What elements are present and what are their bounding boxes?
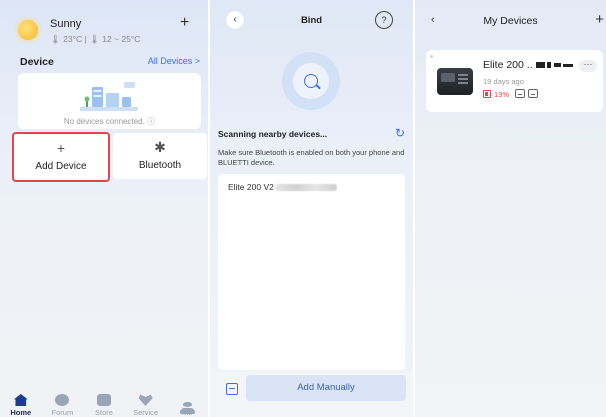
add-device-button[interactable]: + Add Device [12, 132, 110, 182]
search-icon [304, 74, 318, 88]
bluetooth-label: Bluetooth [138, 160, 182, 171]
empty-state-text: No devices connected. ⓘ [63, 117, 156, 126]
store-icon [96, 394, 111, 406]
plus-icon: + [56, 140, 66, 156]
scanning-indicator [282, 52, 340, 110]
all-devices-link[interactable]: All Devices > [148, 56, 200, 66]
bottom-tab-bar: Home Forum Store Service Me [0, 389, 208, 417]
bluetooth-note: Make sure Bluetooth is enabled on both y… [218, 148, 405, 167]
last-seen: 19 days ago [483, 77, 524, 86]
add-manually-button[interactable]: Add Manually [246, 375, 406, 401]
tab-me[interactable]: Me [169, 402, 205, 417]
bind-bottom-bar: Add Manually [210, 372, 413, 417]
tab-service[interactable]: Service [128, 394, 164, 417]
dc-output-icon [528, 89, 538, 98]
plus-icon[interactable]: + [180, 14, 189, 32]
home-panel: Sunny 🌡 23°C | 🌡 12 ~ 25°C + Device All … [0, 0, 208, 417]
device-card[interactable]: Elite 200 .. 19 days ago 13% ··· [426, 50, 603, 112]
power-station-image [437, 68, 473, 95]
list-item[interactable]: Elite 200 V2 [228, 182, 337, 192]
tab-store[interactable]: Store [86, 394, 122, 417]
add-device-label: Add Device [35, 161, 87, 172]
ac-output-icon [515, 89, 525, 98]
battery-level: 13% [494, 90, 510, 99]
home-icon [13, 394, 28, 406]
no-devices-card: No devices connected. ⓘ [18, 73, 201, 129]
found-device-name: Elite 200 V2 [228, 182, 274, 192]
heart-icon [138, 394, 153, 406]
bluetooth-button[interactable]: ✱ Bluetooth [113, 133, 207, 179]
add-device-icon[interactable]: + [595, 11, 604, 28]
device-heading: Device [20, 56, 54, 68]
battery-icon [483, 90, 491, 98]
my-devices-panel: ‹ My Devices + Elite 200 .. 19 days ago … [415, 0, 606, 417]
bluetooth-icon: ✱ [154, 139, 166, 155]
found-devices-list: Elite 200 V2 [218, 174, 405, 370]
help-icon[interactable]: ? [375, 11, 393, 29]
tab-forum[interactable]: Forum [44, 394, 80, 417]
weather-temperature: 🌡 23°C | 🌡 12 ~ 25°C [50, 34, 141, 44]
more-options-icon[interactable]: ··· [579, 60, 597, 72]
weather-condition: Sunny [50, 18, 82, 30]
scan-status: Scanning nearby devices... [218, 129, 328, 139]
forum-icon [55, 394, 70, 406]
refresh-icon[interactable]: ↻ [395, 126, 405, 140]
person-icon [179, 402, 195, 414]
devices-illustration-icon [80, 82, 138, 111]
bind-panel: ‹ Bind ? Scanning nearby devices... ↻ Ma… [210, 0, 413, 417]
redacted-serial [274, 184, 337, 192]
scan-code-icon[interactable] [224, 381, 240, 397]
device-name: Elite 200 .. [483, 59, 573, 71]
tab-home[interactable]: Home [3, 394, 39, 417]
status-dot [430, 55, 433, 58]
sun-icon [18, 20, 38, 40]
page-title: My Devices [483, 15, 538, 27]
